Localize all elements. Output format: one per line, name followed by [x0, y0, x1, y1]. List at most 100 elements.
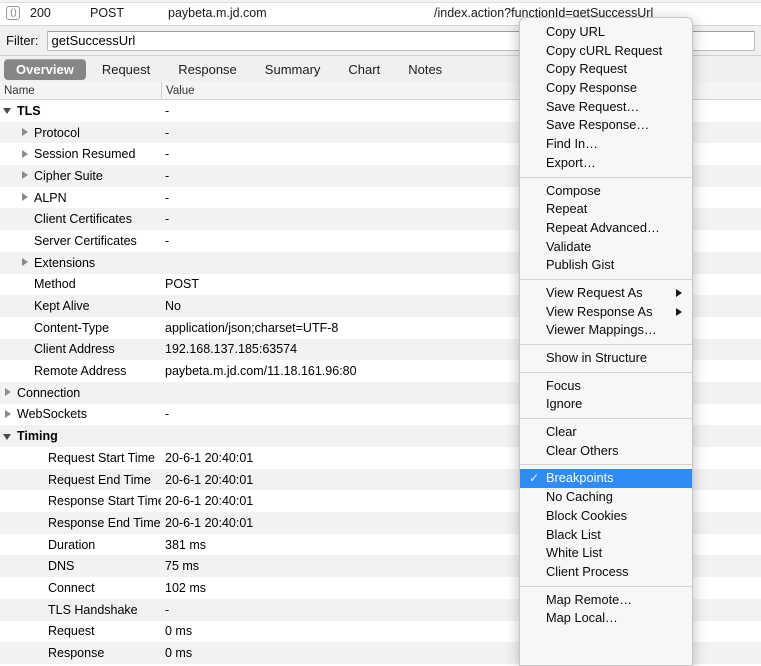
- tree-row-name-cell: TLS Handshake: [0, 603, 161, 617]
- tree-row-name-cell: Cipher Suite: [0, 169, 161, 183]
- menu-item-clear-others[interactable]: Clear Others: [520, 442, 692, 461]
- menu-item-copy-response[interactable]: Copy Response: [520, 79, 692, 98]
- disclosure-triangle-closed-icon[interactable]: [20, 127, 31, 138]
- tree-row-name-cell: TLS: [0, 104, 161, 118]
- tree-row-name-cell: Connection: [0, 386, 161, 400]
- menu-item-validate[interactable]: Validate: [520, 238, 692, 257]
- menu-item-save-response[interactable]: Save Response…: [520, 116, 692, 135]
- menu-separator: [520, 418, 692, 420]
- tree-row-name-cell: Extensions: [0, 256, 161, 270]
- disclosure-triangle-closed-icon[interactable]: [3, 387, 14, 398]
- tree-row-name-cell: Request Start Time: [0, 451, 161, 465]
- menu-item-repeat[interactable]: Repeat: [520, 200, 692, 219]
- menu-item-publish-gist[interactable]: Publish Gist: [520, 256, 692, 275]
- tab-notes[interactable]: Notes: [396, 59, 454, 80]
- menu-item-repeat-advanced[interactable]: Repeat Advanced…: [520, 219, 692, 238]
- menu-item-label: Publish Gist: [546, 257, 615, 273]
- tab-response[interactable]: Response: [166, 59, 249, 80]
- tab-chart[interactable]: Chart: [336, 59, 392, 80]
- menu-item-clear[interactable]: Clear: [520, 423, 692, 442]
- session-note-icon: ( ): [6, 5, 20, 20]
- tree-row-name-cell: Request End Time: [0, 473, 161, 487]
- menu-item-label: Repeat Advanced…: [546, 219, 660, 235]
- tree-row-label: Client Address: [34, 342, 115, 357]
- tree-row-name-cell: Protocol: [0, 126, 161, 140]
- menu-item-no-caching[interactable]: No Caching: [520, 488, 692, 507]
- disclosure-triangle-closed-icon[interactable]: [20, 192, 31, 203]
- menu-item-export[interactable]: Export…: [520, 154, 692, 173]
- tree-row-name-cell: Response End Time: [0, 516, 161, 530]
- menu-item-view-response-as[interactable]: View Response As: [520, 303, 692, 322]
- menu-item-breakpoints[interactable]: ✓ Breakpoints: [520, 469, 692, 489]
- menu-item-ignore[interactable]: Ignore: [520, 395, 692, 414]
- tree-row-label: Method: [34, 277, 76, 292]
- tree-row-label: Connect: [48, 580, 95, 595]
- menu-item-label: Copy Response: [546, 80, 638, 96]
- menu-item-label: Validate: [546, 238, 592, 254]
- tab-summary[interactable]: Summary: [253, 59, 333, 80]
- disclosure-triangle-closed-icon[interactable]: [20, 170, 31, 181]
- tree-row-name-cell: Response: [0, 646, 161, 660]
- tree-row-name-cell: ALPN: [0, 191, 161, 205]
- menu-item-label: White List: [546, 545, 603, 561]
- menu-item-client-process[interactable]: Client Process: [520, 563, 692, 582]
- column-header-name: Name: [4, 84, 35, 97]
- menu-item-save-request[interactable]: Save Request…: [520, 98, 692, 117]
- tab-request[interactable]: Request: [90, 59, 162, 80]
- tree-row-label: WebSockets: [17, 407, 87, 422]
- menu-item-find-in[interactable]: Find In…: [520, 135, 692, 154]
- tree-row-name-cell: Method: [0, 277, 161, 291]
- tree-row-label: Remote Address: [34, 364, 127, 379]
- menu-item-map-remote[interactable]: Map Remote…: [520, 591, 692, 610]
- menu-item-label: Copy URL: [546, 24, 606, 39]
- tab-overview[interactable]: Overview: [4, 58, 86, 80]
- tree-row-name-cell: Timing: [0, 429, 161, 443]
- menu-separator: [520, 344, 692, 345]
- request-method: POST: [90, 5, 125, 20]
- disclosure-triangle-closed-icon[interactable]: [20, 149, 31, 160]
- menu-item-copy-request[interactable]: Copy Request: [520, 60, 692, 79]
- menu-item-show-in-structure[interactable]: Show in Structure: [520, 349, 692, 368]
- menu-item-view-request-as[interactable]: View Request As: [520, 284, 692, 303]
- disclosure-triangle-open-icon[interactable]: [3, 105, 14, 116]
- menu-item-focus[interactable]: Focus: [520, 377, 692, 396]
- menu-separator: [520, 176, 692, 178]
- menu-item-label: View Response As: [546, 303, 653, 319]
- menu-item-viewer-mappings[interactable]: Viewer Mappings…: [520, 321, 692, 340]
- menu-item-block-cookies[interactable]: Block Cookies: [520, 507, 692, 526]
- tree-row-name-cell: Remote Address: [0, 364, 161, 378]
- menu-item-white-list[interactable]: White List: [520, 544, 692, 563]
- disclosure-triangle-closed-icon[interactable]: [20, 257, 31, 268]
- tree-row-name-cell: Duration: [0, 538, 161, 552]
- menu-item-label: Save Response…: [546, 117, 650, 133]
- tree-row-label: Protocol: [34, 125, 80, 140]
- menu-item-label: Repeat: [546, 201, 588, 217]
- menu-item-copy-url[interactable]: Copy URL: [520, 23, 692, 42]
- tree-row-label: Extensions: [34, 255, 96, 270]
- menu-item-compose[interactable]: Compose: [520, 182, 692, 201]
- menu-item-label: Clear Others: [546, 442, 619, 458]
- tree-row-label: Timing: [17, 429, 58, 444]
- disclosure-triangle-closed-icon[interactable]: [3, 409, 14, 420]
- tree-row-name-cell: Client Certificates: [0, 212, 161, 226]
- tree-row-label: Response: [48, 646, 105, 661]
- tree-row-name-cell: Server Certificates: [0, 234, 161, 248]
- menu-item-black-list[interactable]: Black List: [520, 526, 692, 545]
- charles-proxy-window: ( ) 200 POST paybeta.m.jd.com /index.act…: [0, 0, 761, 666]
- menu-item-copy-curl-request[interactable]: Copy cURL Request: [520, 42, 692, 61]
- chevron-right-icon: [676, 289, 682, 298]
- disclosure-triangle-open-icon[interactable]: [3, 431, 14, 442]
- menu-item-label: Map Remote…: [546, 591, 633, 607]
- tree-row-name-cell: Content-Type: [0, 321, 161, 335]
- tree-row-label: Server Certificates: [34, 233, 137, 248]
- menu-item-map-local[interactable]: Map Local…: [520, 609, 692, 628]
